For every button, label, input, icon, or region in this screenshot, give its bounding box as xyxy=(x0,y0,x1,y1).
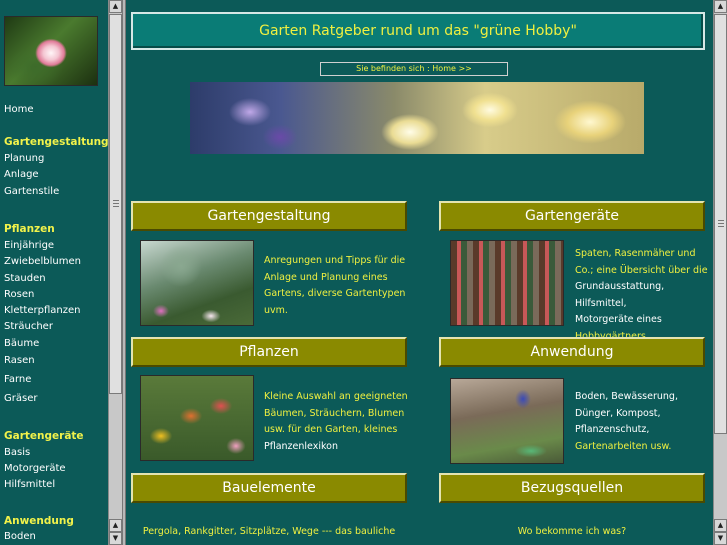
section-heading-bezugsquellen[interactable]: Bezugsquellen xyxy=(439,473,705,503)
nav-item-zwiebelblumen[interactable]: Zwiebelblumen xyxy=(4,256,81,267)
section-heading-bauelemente[interactable]: Bauelemente xyxy=(131,473,407,503)
desc-line[interactable]: Gartens, diverse Gartentypen xyxy=(264,286,414,303)
nav-item-baeume[interactable]: Bäume xyxy=(4,338,39,349)
nav-item-gartenstile[interactable]: Gartenstile xyxy=(4,186,59,197)
left-scrollbar[interactable]: ▲ ▲ ▼ xyxy=(108,0,123,545)
desc-line: Motorgeräte eines xyxy=(575,314,662,325)
gartengestaltung-description: Anregungen und Tipps für die Anlage und … xyxy=(264,253,414,319)
anwendung-description: Boden, Bewässerung, Dünger, Kompost, Pfl… xyxy=(575,389,715,455)
right-scrollbar[interactable]: ▲ ▲ ▼ xyxy=(713,0,727,545)
nav-item-straeucher[interactable]: Sträucher xyxy=(4,321,53,332)
nav-item-stauden[interactable]: Stauden xyxy=(4,273,46,284)
nav-heading-gartengeraete[interactable]: Gartengeräte xyxy=(4,430,84,442)
nav-heading-anwendung[interactable]: Anwendung xyxy=(4,515,74,527)
desc-line[interactable]: Co.; eine Übersicht über die xyxy=(575,263,715,280)
nav-item-anlage[interactable]: Anlage xyxy=(4,169,39,180)
nav-item-einjaehrige[interactable]: Einjährige xyxy=(4,240,54,251)
desc-line[interactable]: Kleine Auswahl an geeigneten xyxy=(264,389,414,406)
desc-line[interactable]: Gartenarbeiten usw. xyxy=(575,439,715,456)
frame-divider[interactable] xyxy=(122,0,126,545)
desc-line: Pflanzenlexikon xyxy=(264,440,338,452)
desc-line[interactable]: Spaten, Rasenmäher und xyxy=(575,246,715,263)
breadcrumb-prefix: Sie befinden sich : xyxy=(356,64,430,73)
desc-line[interactable]: usw. für den Garten, kleines xyxy=(264,422,414,439)
nav-heading-pflanzen[interactable]: Pflanzen xyxy=(4,223,55,235)
desc-line: Dünger, Kompost, xyxy=(575,407,661,419)
desc-line: Pflanzenschutz, xyxy=(575,424,650,435)
scrollbar-thumb[interactable] xyxy=(714,14,727,434)
page-title-box: Garten Ratgeber rund um das "grüne Hobby… xyxy=(131,12,705,50)
scroll-up-arrow-icon[interactable]: ▲ xyxy=(714,519,727,532)
desc-line[interactable]: Anregungen und Tipps für die xyxy=(264,253,414,270)
section-heading-gartengeraete[interactable]: Gartengeräte xyxy=(439,201,705,231)
nav-home[interactable]: Home xyxy=(4,104,34,115)
gardener-photo[interactable] xyxy=(450,378,564,464)
nav-item-rasen[interactable]: Rasen xyxy=(4,355,35,366)
scroll-up-arrow-icon[interactable]: ▲ xyxy=(714,0,727,13)
desc-line[interactable]: Bäumen, Sträuchern, Blumen xyxy=(264,406,414,423)
page-title: Garten Ratgeber rund um das "grüne Hobby… xyxy=(259,23,577,39)
desc-line[interactable]: uvm. xyxy=(264,303,414,320)
nav-item-kletterpflanzen[interactable]: Kletterpflanzen xyxy=(4,305,80,316)
pflanzen-description: Kleine Auswahl an geeigneten Bäumen, Str… xyxy=(264,389,414,455)
nav-item-boden[interactable]: Boden xyxy=(4,531,36,542)
desc-line: Boden, Bewässerung, xyxy=(575,391,678,402)
nav-item-rosen[interactable]: Rosen xyxy=(4,289,34,300)
breadcrumb: Sie befinden sich : Home >> xyxy=(320,62,508,76)
desc-line[interactable]: Anlage und Planung eines xyxy=(264,270,414,287)
flowers-photo[interactable] xyxy=(140,375,254,461)
section-heading-anwendung[interactable]: Anwendung xyxy=(439,337,705,367)
nav-item-motorgeraete[interactable]: Motorgeräte xyxy=(4,463,66,474)
garden-tools-photo[interactable] xyxy=(450,240,564,326)
nav-item-farne[interactable]: Farne xyxy=(4,374,31,385)
section-heading-gartengestaltung[interactable]: Gartengestaltung xyxy=(131,201,407,231)
gartengeraete-description: Spaten, Rasenmäher und Co.; eine Übersic… xyxy=(575,246,715,345)
nav-item-basis[interactable]: Basis xyxy=(4,447,30,458)
bezugsquellen-description[interactable]: Wo bekomme ich was? xyxy=(439,526,705,537)
bauelemente-description[interactable]: Pergola, Rankgitter, Sitzplätze, Wege --… xyxy=(131,526,407,537)
nav-item-planung[interactable]: Planung xyxy=(4,153,44,164)
section-heading-pflanzen[interactable]: Pflanzen xyxy=(131,337,407,367)
breadcrumb-link[interactable]: Home >> xyxy=(432,64,472,73)
grip-icon xyxy=(113,200,119,208)
scrollbar-thumb[interactable] xyxy=(109,14,122,394)
scroll-down-arrow-icon[interactable]: ▼ xyxy=(109,532,122,545)
left-nav-frame: Home Gartengestaltung Planung Anlage Gar… xyxy=(0,0,108,545)
scroll-down-arrow-icon[interactable]: ▼ xyxy=(714,532,727,545)
desc-line: Grundausstattung, Hilfsmittel, xyxy=(575,281,665,309)
rose-logo-image xyxy=(4,16,98,86)
nav-item-hilfsmittel[interactable]: Hilfsmittel xyxy=(4,479,55,490)
nav-heading-gartengestaltung[interactable]: Gartengestaltung xyxy=(4,136,108,148)
flower-banner-image xyxy=(190,82,644,154)
scroll-up-arrow-icon[interactable]: ▲ xyxy=(109,0,122,13)
garden-photo[interactable] xyxy=(140,240,254,326)
grip-icon xyxy=(718,220,724,228)
scroll-up-arrow-icon[interactable]: ▲ xyxy=(109,519,122,532)
nav-item-graeser[interactable]: Gräser xyxy=(4,393,37,404)
